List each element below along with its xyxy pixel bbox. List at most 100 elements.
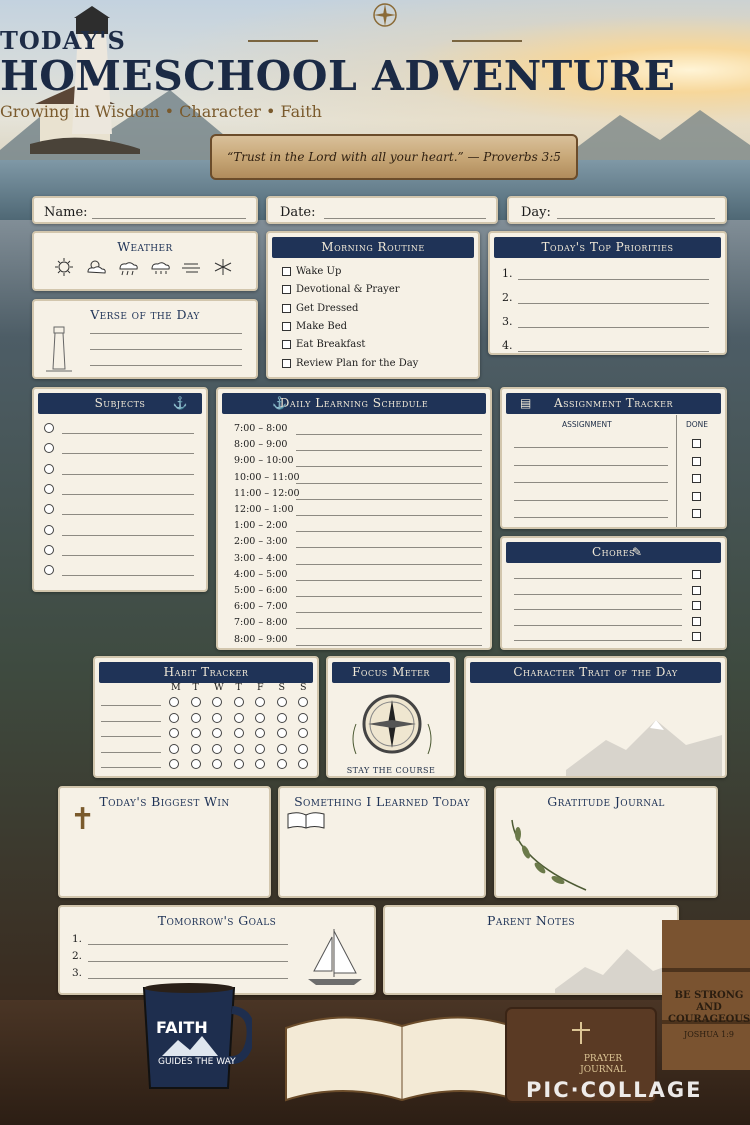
schedule-line[interactable] bbox=[296, 531, 482, 533]
habit-circle[interactable] bbox=[298, 712, 308, 723]
habit-circle[interactable] bbox=[190, 743, 201, 754]
gratitude-panel[interactable]: Gratitude Journal bbox=[494, 786, 718, 898]
habit-circle[interactable] bbox=[255, 743, 265, 754]
subject-bullet[interactable] bbox=[44, 463, 54, 474]
verse-line-2[interactable] bbox=[90, 349, 242, 350]
subject-line[interactable] bbox=[62, 534, 194, 536]
habit-name-line[interactable] bbox=[101, 751, 161, 753]
chore-checkbox[interactable] bbox=[692, 601, 701, 610]
tomorrow-goal-line[interactable] bbox=[88, 944, 288, 945]
chore-checkbox[interactable] bbox=[692, 616, 701, 626]
schedule-line[interactable] bbox=[296, 612, 482, 614]
chore-line[interactable] bbox=[514, 624, 682, 626]
habit-circle[interactable] bbox=[298, 728, 308, 738]
habit-circle[interactable] bbox=[169, 759, 179, 769]
chore-checkbox[interactable] bbox=[692, 570, 701, 579]
schedule-line[interactable] bbox=[296, 579, 482, 581]
verse-line-1[interactable] bbox=[90, 333, 242, 334]
schedule-line[interactable] bbox=[296, 628, 482, 630]
habit-name-line[interactable] bbox=[101, 705, 161, 706]
subject-line[interactable] bbox=[62, 473, 194, 475]
subject-line[interactable] bbox=[62, 514, 194, 516]
habit-circle[interactable] bbox=[255, 712, 265, 723]
tomorrow-goal-line[interactable] bbox=[88, 978, 288, 979]
schedule-line[interactable] bbox=[296, 563, 482, 565]
habit-name-line[interactable] bbox=[101, 767, 161, 768]
habit-circle[interactable] bbox=[212, 743, 222, 754]
verse-line-3[interactable] bbox=[90, 365, 242, 366]
schedule-line[interactable] bbox=[296, 515, 482, 516]
habit-circle[interactable] bbox=[276, 697, 287, 707]
assignment-line[interactable] bbox=[514, 499, 668, 501]
morning-checkbox[interactable] bbox=[282, 358, 291, 368]
habit-circle[interactable] bbox=[233, 728, 244, 738]
priority-line[interactable] bbox=[518, 279, 709, 280]
morning-checkbox[interactable] bbox=[282, 340, 291, 350]
subject-line[interactable] bbox=[62, 433, 194, 434]
habit-circle[interactable] bbox=[233, 743, 244, 754]
schedule-line[interactable] bbox=[296, 644, 482, 646]
morning-checkbox[interactable] bbox=[282, 321, 291, 331]
subject-bullet[interactable] bbox=[44, 565, 54, 576]
assignment-line[interactable] bbox=[514, 447, 668, 448]
subject-bullet[interactable] bbox=[44, 504, 54, 515]
morning-checkbox[interactable] bbox=[282, 267, 291, 276]
subject-bullet[interactable] bbox=[44, 423, 54, 433]
habit-circle[interactable] bbox=[233, 712, 244, 723]
chore-line[interactable] bbox=[514, 578, 682, 579]
learned-today-panel[interactable]: Something I Learned Today bbox=[278, 786, 486, 898]
tomorrow-goal-line[interactable] bbox=[88, 961, 288, 962]
subject-bullet[interactable] bbox=[44, 443, 54, 454]
habit-circle[interactable] bbox=[212, 712, 222, 723]
chore-checkbox[interactable] bbox=[692, 585, 701, 595]
assignment-done-checkbox[interactable] bbox=[692, 439, 701, 448]
habit-circle[interactable] bbox=[169, 743, 179, 754]
morning-checkbox[interactable] bbox=[282, 303, 291, 313]
priority-line[interactable] bbox=[518, 327, 709, 328]
subject-line[interactable] bbox=[62, 554, 194, 556]
subject-bullet[interactable] bbox=[44, 544, 54, 555]
habit-circle[interactable] bbox=[276, 712, 287, 723]
subject-bullet[interactable] bbox=[44, 483, 54, 494]
habit-circle[interactable] bbox=[298, 697, 308, 707]
schedule-line[interactable] bbox=[296, 434, 482, 435]
habit-circle[interactable] bbox=[169, 712, 179, 723]
habit-circle[interactable] bbox=[298, 759, 308, 769]
chore-line[interactable] bbox=[514, 640, 682, 641]
habit-circle[interactable] bbox=[169, 728, 179, 738]
schedule-line[interactable] bbox=[296, 482, 482, 484]
character-trait-panel[interactable]: Character Trait of the Day bbox=[464, 656, 727, 778]
habit-circle[interactable] bbox=[190, 728, 201, 738]
day-field-panel[interactable]: Day: bbox=[507, 196, 727, 224]
name-field-panel[interactable]: Name: bbox=[32, 196, 258, 224]
habit-circle[interactable] bbox=[255, 728, 265, 738]
habit-circle[interactable] bbox=[212, 728, 222, 738]
assignment-done-checkbox[interactable] bbox=[692, 456, 701, 466]
priority-line[interactable] bbox=[518, 303, 709, 304]
habit-circle[interactable] bbox=[276, 728, 287, 738]
habit-circle[interactable] bbox=[298, 743, 308, 754]
habit-name-line[interactable] bbox=[101, 720, 161, 722]
assignment-line[interactable] bbox=[514, 517, 668, 518]
biggest-win-panel[interactable]: Today's Biggest Win ✝ bbox=[58, 786, 271, 898]
chore-checkbox[interactable] bbox=[692, 632, 701, 641]
chore-line[interactable] bbox=[514, 593, 682, 595]
schedule-line[interactable] bbox=[296, 450, 482, 452]
date-line[interactable] bbox=[324, 218, 486, 219]
schedule-line[interactable] bbox=[296, 466, 482, 468]
schedule-line[interactable] bbox=[296, 498, 482, 500]
schedule-line[interactable] bbox=[296, 596, 482, 597]
subject-line[interactable] bbox=[62, 575, 194, 577]
priority-line[interactable] bbox=[518, 351, 709, 352]
habit-circle[interactable] bbox=[190, 759, 201, 769]
habit-circle[interactable] bbox=[169, 697, 179, 707]
schedule-line[interactable] bbox=[296, 547, 482, 549]
habit-circle[interactable] bbox=[212, 759, 222, 769]
day-line[interactable] bbox=[557, 218, 715, 219]
morning-checkbox[interactable] bbox=[282, 285, 291, 295]
assignment-done-checkbox[interactable] bbox=[692, 474, 701, 483]
habit-name-line[interactable] bbox=[101, 736, 161, 737]
chore-line[interactable] bbox=[514, 609, 682, 610]
habit-circle[interactable] bbox=[190, 712, 201, 723]
name-line[interactable] bbox=[92, 218, 246, 219]
